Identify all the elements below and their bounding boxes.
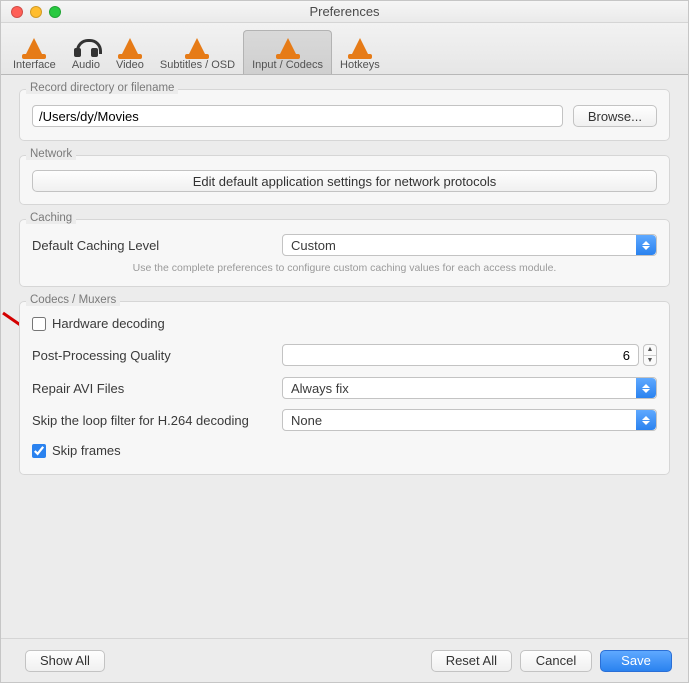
tab-label: Subtitles / OSD <box>160 59 235 71</box>
preferences-window: Preferences Interface Audio Video Subtit… <box>0 0 689 683</box>
select-value: Always fix <box>291 381 349 396</box>
caching-hint: Use the complete preferences to configur… <box>32 262 657 274</box>
audio-icon <box>73 35 99 59</box>
group-legend: Codecs / Muxers <box>26 294 120 306</box>
tab-audio[interactable]: Audio <box>64 31 108 74</box>
tab-video[interactable]: Video <box>108 31 152 74</box>
titlebar: Preferences <box>1 1 688 23</box>
checkbox-input[interactable] <box>32 317 46 331</box>
group-legend: Record directory or filename <box>26 82 178 94</box>
select-value: Custom <box>291 238 336 253</box>
stepper-down-icon[interactable]: ▼ <box>644 356 656 366</box>
group-codecs: Codecs / Muxers Hardware decoding Post-P… <box>19 301 670 475</box>
chevron-updown-icon <box>636 235 656 255</box>
browse-button[interactable]: Browse... <box>573 105 657 127</box>
loop-filter-label: Skip the loop filter for H.264 decoding <box>32 413 282 428</box>
checkbox-input[interactable] <box>32 444 46 458</box>
checkbox-label: Hardware decoding <box>52 316 165 331</box>
repair-avi-select[interactable]: Always fix <box>282 377 657 399</box>
reset-all-button[interactable]: Reset All <box>431 650 512 672</box>
interface-icon <box>21 35 47 59</box>
content-area: Record directory or filename Browse... N… <box>1 75 688 638</box>
caching-level-label: Default Caching Level <box>32 238 282 253</box>
footer-bar: Show All Reset All Cancel Save <box>1 638 688 682</box>
window-title: Preferences <box>1 4 688 19</box>
checkbox-label: Skip frames <box>52 443 121 458</box>
chevron-updown-icon <box>636 410 656 430</box>
skip-frames-checkbox[interactable]: Skip frames <box>32 443 657 458</box>
video-icon <box>117 35 143 59</box>
tab-label: Hotkeys <box>340 59 380 71</box>
tab-label: Input / Codecs <box>252 59 323 71</box>
group-record: Record directory or filename Browse... <box>19 89 670 141</box>
edit-network-button[interactable]: Edit default application settings for ne… <box>32 170 657 192</box>
input-codecs-icon <box>275 35 301 59</box>
save-button[interactable]: Save <box>600 650 672 672</box>
tab-label: Video <box>116 59 144 71</box>
repair-avi-label: Repair AVI Files <box>32 381 282 396</box>
group-legend: Caching <box>26 212 76 224</box>
hardware-decoding-checkbox[interactable]: Hardware decoding <box>32 316 657 331</box>
loop-filter-select[interactable]: None <box>282 409 657 431</box>
ppq-label: Post-Processing Quality <box>32 348 282 363</box>
cancel-button[interactable]: Cancel <box>520 650 592 672</box>
subtitles-icon <box>184 35 210 59</box>
ppq-input[interactable] <box>283 345 638 365</box>
tab-label: Audio <box>72 59 100 71</box>
group-network: Network Edit default application setting… <box>19 155 670 205</box>
hotkeys-icon <box>347 35 373 59</box>
preferences-toolbar: Interface Audio Video Subtitles / OSD In… <box>1 23 688 75</box>
show-all-button[interactable]: Show All <box>25 650 105 672</box>
stepper-up-icon[interactable]: ▲ <box>644 345 656 356</box>
tab-label: Interface <box>13 59 56 71</box>
chevron-updown-icon <box>636 378 656 398</box>
tab-hotkeys[interactable]: Hotkeys <box>332 31 388 74</box>
group-legend: Network <box>26 148 76 160</box>
group-caching: Caching Default Caching Level Custom Use… <box>19 219 670 287</box>
tab-subtitles[interactable]: Subtitles / OSD <box>152 31 243 74</box>
ppq-stepper[interactable]: ▲ ▼ <box>643 344 657 366</box>
tab-input-codecs[interactable]: Input / Codecs <box>243 30 332 74</box>
select-value: None <box>291 413 322 428</box>
tab-interface[interactable]: Interface <box>5 31 64 74</box>
caching-level-select[interactable]: Custom <box>282 234 657 256</box>
record-path-input[interactable] <box>32 105 563 127</box>
